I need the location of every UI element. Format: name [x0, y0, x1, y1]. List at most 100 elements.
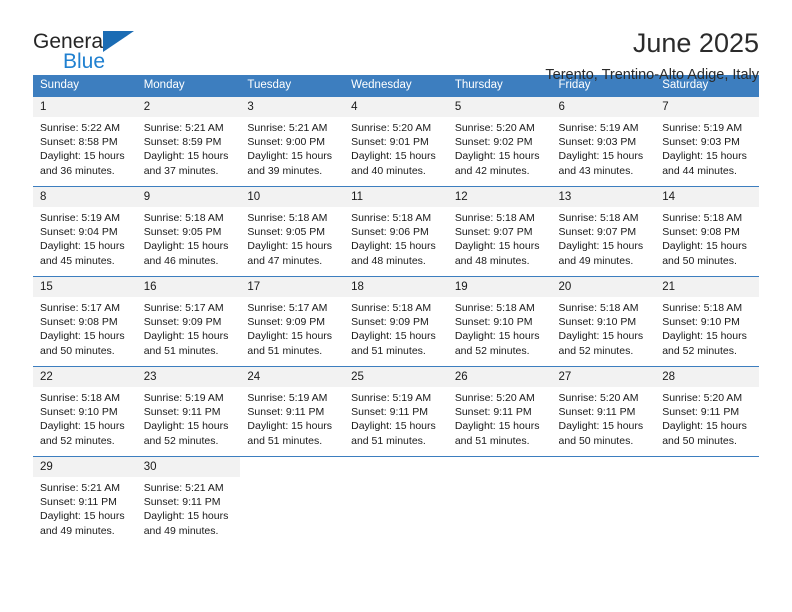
day-details: Sunrise: 5:20 AM Sunset: 9:01 PM Daylight:… — [344, 117, 448, 178]
sunrise-text: Sunrise: 5:17 AM — [40, 302, 120, 314]
calendar-day-cell[interactable]: 3 Sunrise: 5:21 AM Sunset: 9:00 PM Daylight… — [240, 96, 345, 187]
day-details: Sunrise: 5:19 AM Sunset: 9:03 PM Daylight:… — [655, 117, 759, 178]
calendar-day-cell[interactable]: 12 Sunrise: 5:18 AM Sunset: 9:07 PM Dayligh… — [447, 186, 552, 277]
daylight-text: Daylight: 15 hours and 39 minutes. — [247, 150, 333, 177]
day-number: 18 — [344, 277, 448, 297]
day-number: 7 — [655, 97, 759, 117]
calendar-day-cell[interactable]: 18 Sunrise: 5:18 AM Sunset: 9:09 PM Dayligh… — [344, 276, 448, 367]
weekday-header-thursday: Thursday — [447, 75, 552, 97]
calendar-day-cell[interactable]: 24 Sunrise: 5:19 AM Sunset: 9:11 PM Dayligh… — [240, 366, 345, 457]
calendar-day-cell[interactable]: 1 Sunrise: 5:22 AM Sunset: 8:58 PM Daylight… — [33, 96, 137, 187]
calendar-day-cell[interactable]: 9 Sunrise: 5:18 AM Sunset: 9:05 PM Daylight… — [136, 186, 241, 277]
daylight-text: Daylight: 15 hours and 40 minutes. — [351, 150, 436, 177]
day-details: Sunrise: 5:18 AM Sunset: 9:07 PM Daylight:… — [552, 207, 656, 268]
weekday-header-sunday: Sunday — [33, 75, 137, 97]
sunset-text: Sunset: 8:58 PM — [40, 136, 118, 149]
day-number-empty — [344, 457, 448, 477]
calendar-day-cell[interactable]: 26 Sunrise: 5:20 AM Sunset: 9:11 PM Dayligh… — [447, 366, 552, 457]
sunset-text: Sunset: 9:03 PM — [662, 136, 740, 149]
sunset-text: Sunset: 9:11 PM — [247, 406, 325, 419]
calendar-day-cell[interactable]: 30 Sunrise: 5:21 AM Sunset: 9:11 PM Dayligh… — [136, 456, 241, 547]
calendar-day-cell[interactable]: 2 Sunrise: 5:21 AM Sunset: 8:59 PM Daylight… — [136, 96, 241, 187]
sunset-text: Sunset: 9:04 PM — [40, 226, 118, 239]
day-details: Sunrise: 5:18 AM Sunset: 9:09 PM Daylight:… — [344, 297, 448, 358]
day-number: 27 — [551, 367, 656, 387]
day-details: Sunrise: 5:19 AM Sunset: 9:04 PM Daylight:… — [33, 207, 137, 268]
daylight-text: Daylight: 15 hours and 49 minutes. — [558, 240, 644, 267]
daylight-text: Daylight: 15 hours and 52 minutes. — [143, 420, 229, 447]
sunrise-text: Sunrise: 5:19 AM — [143, 392, 224, 404]
sunrise-text: Sunrise: 5:20 AM — [454, 122, 535, 134]
day-number: 28 — [655, 367, 759, 387]
sunrise-text: Sunrise: 5:18 AM — [558, 302, 639, 314]
sunrise-text: Sunrise: 5:19 AM — [351, 392, 432, 404]
calendar-day-cell[interactable]: 25 Sunrise: 5:19 AM Sunset: 9:11 PM Dayligh… — [344, 366, 448, 457]
daylight-text: Daylight: 15 hours and 45 minutes. — [40, 240, 125, 267]
brand-logo[interactable]: General Blue — [33, 27, 163, 73]
daylight-text: Daylight: 15 hours and 52 minutes. — [40, 420, 125, 447]
sunrise-text: Sunrise: 5:19 AM — [558, 122, 639, 134]
sunrise-text: Sunrise: 5:17 AM — [247, 302, 328, 314]
sunset-text: Sunset: 9:09 PM — [247, 316, 326, 329]
sunset-text: Sunset: 9:11 PM — [143, 496, 221, 509]
day-number: 30 — [136, 457, 241, 477]
day-number: 5 — [447, 97, 552, 117]
calendar-day-cell[interactable]: 10 Sunrise: 5:18 AM Sunset: 9:05 PM Dayligh… — [240, 186, 345, 277]
calendar-day-cell[interactable]: 15 Sunrise: 5:17 AM Sunset: 9:08 PM Dayligh… — [33, 276, 137, 367]
calendar-day-cell[interactable]: 13 Sunrise: 5:18 AM Sunset: 9:07 PM Dayligh… — [551, 186, 656, 277]
calendar-day-cell[interactable]: 11 Sunrise: 5:18 AM Sunset: 9:06 PM Dayligh… — [344, 186, 448, 277]
day-number: 1 — [33, 97, 137, 117]
calendar-day-cell-empty — [344, 456, 448, 547]
calendar-day-cell[interactable]: 4 Sunrise: 5:20 AM Sunset: 9:01 PM Daylight… — [344, 96, 448, 187]
daylight-text: Daylight: 15 hours and 50 minutes. — [662, 420, 747, 447]
calendar-day-cell[interactable]: 23 Sunrise: 5:19 AM Sunset: 9:11 PM Dayligh… — [136, 366, 241, 457]
calendar-day-cell[interactable]: 29 Sunrise: 5:21 AM Sunset: 9:11 PM Dayligh… — [33, 456, 137, 547]
day-number: 13 — [551, 187, 656, 207]
sunrise-text: Sunrise: 5:18 AM — [662, 302, 743, 314]
calendar-day-cell[interactable]: 28 Sunrise: 5:20 AM Sunset: 9:11 PM Dayligh… — [655, 366, 759, 457]
calendar-day-cell[interactable]: 17 Sunrise: 5:17 AM Sunset: 9:09 PM Dayligh… — [240, 276, 345, 367]
calendar-day-cell[interactable]: 5 Sunrise: 5:20 AM Sunset: 9:02 PM Daylight… — [447, 96, 552, 187]
weekday-header-wednesday: Wednesday — [344, 75, 448, 97]
brand-name-top: General — [33, 30, 108, 53]
sunset-text: Sunset: 9:07 PM — [454, 226, 533, 239]
calendar-week-row: 15 Sunrise: 5:17 AM Sunset: 9:08 PM Dayligh… — [33, 276, 759, 367]
sunrise-text: Sunrise: 5:18 AM — [351, 212, 432, 224]
calendar-day-cell[interactable]: 19 Sunrise: 5:18 AM Sunset: 9:10 PM Dayligh… — [447, 276, 552, 367]
sunset-text: Sunset: 9:08 PM — [662, 226, 740, 239]
calendar-day-cell[interactable]: 21 Sunrise: 5:18 AM Sunset: 9:10 PM Dayligh… — [655, 276, 759, 367]
daylight-text: Daylight: 15 hours and 36 minutes. — [40, 150, 125, 177]
day-details: Sunrise: 5:21 AM Sunset: 9:00 PM Daylight:… — [240, 117, 344, 178]
day-number: 16 — [136, 277, 241, 297]
day-details: Sunrise: 5:18 AM Sunset: 9:08 PM Daylight:… — [655, 207, 759, 268]
day-number: 3 — [240, 97, 345, 117]
calendar-day-cell[interactable]: 7 Sunrise: 5:19 AM Sunset: 9:03 PM Daylight… — [655, 96, 759, 187]
calendar-day-cell[interactable]: 8 Sunrise: 5:19 AM Sunset: 9:04 PM Daylight… — [33, 186, 137, 277]
day-details: Sunrise: 5:18 AM Sunset: 9:05 PM Daylight:… — [240, 207, 344, 268]
sunset-text: Sunset: 9:11 PM — [558, 406, 636, 419]
daylight-text: Daylight: 15 hours and 52 minutes. — [662, 330, 747, 357]
calendar-day-cell-empty — [551, 456, 656, 547]
day-details: Sunrise: 5:22 AM Sunset: 8:58 PM Daylight:… — [33, 117, 137, 178]
calendar-day-cell-empty — [655, 456, 759, 547]
calendar-day-cell[interactable]: 16 Sunrise: 5:17 AM Sunset: 9:09 PM Dayligh… — [136, 276, 241, 367]
calendar-day-cell[interactable]: 22 Sunrise: 5:18 AM Sunset: 9:10 PM Dayligh… — [33, 366, 137, 457]
calendar-day-cell[interactable]: 27 Sunrise: 5:20 AM Sunset: 9:11 PM Dayligh… — [551, 366, 656, 457]
daylight-text: Daylight: 15 hours and 51 minutes. — [351, 330, 436, 357]
calendar-week-row: 8 Sunrise: 5:19 AM Sunset: 9:04 PM Daylight… — [33, 186, 759, 277]
sunset-text: Sunset: 9:09 PM — [143, 316, 222, 329]
calendar-day-cell[interactable]: 20 Sunrise: 5:18 AM Sunset: 9:10 PM Dayligh… — [551, 276, 656, 367]
sunset-text: Sunset: 9:08 PM — [40, 316, 118, 329]
calendar-day-cell[interactable]: 14 Sunrise: 5:18 AM Sunset: 9:08 PM Dayligh… — [655, 186, 759, 277]
calendar-page: General Blue June 2025 Terento, Trentino… — [0, 0, 792, 612]
daylight-text: Daylight: 15 hours and 51 minutes. — [247, 330, 333, 357]
sunrise-text: Sunrise: 5:21 AM — [247, 122, 328, 134]
daylight-text: Daylight: 15 hours and 51 minutes. — [454, 420, 540, 447]
daylight-text: Daylight: 15 hours and 51 minutes. — [247, 420, 333, 447]
day-details: Sunrise: 5:19 AM Sunset: 9:03 PM Daylight:… — [552, 117, 656, 178]
calendar-day-cell-empty — [447, 456, 552, 547]
brand-name-bottom: Blue — [63, 50, 106, 73]
sunset-text: Sunset: 9:11 PM — [351, 406, 428, 419]
calendar-day-cell[interactable]: 6 Sunrise: 5:19 AM Sunset: 9:03 PM Daylight… — [551, 96, 656, 187]
sunset-text: Sunset: 9:10 PM — [40, 406, 118, 419]
